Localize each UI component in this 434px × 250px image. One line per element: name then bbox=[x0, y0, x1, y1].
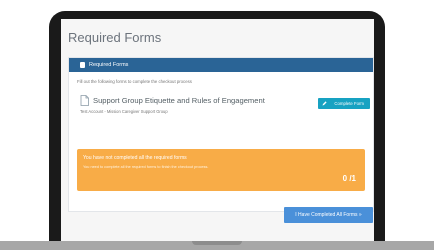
required-forms-panel: Required Forms Fill out the following fo… bbox=[68, 57, 374, 212]
form-title: Support Group Etiquette and Rules of Eng… bbox=[93, 96, 265, 105]
laptop-screen: Required Forms Required Forms Fill out t… bbox=[61, 19, 374, 241]
forms-completed-count: 0 /1 bbox=[342, 174, 356, 183]
pencil-icon bbox=[322, 101, 327, 106]
complete-form-button[interactable]: Complete Form bbox=[318, 98, 370, 109]
alert-text: You need to complete all the required fo… bbox=[83, 165, 209, 169]
laptop-notch bbox=[192, 241, 242, 245]
document-icon bbox=[80, 62, 85, 68]
document-outline-icon bbox=[80, 95, 89, 106]
alert-title: You have not completed all the required … bbox=[83, 155, 187, 161]
complete-form-button-label: Complete Form bbox=[334, 101, 364, 106]
panel-header-label: Required Forms bbox=[89, 62, 129, 68]
panel-header: Required Forms bbox=[69, 58, 373, 72]
laptop-base bbox=[0, 241, 434, 250]
completed-all-forms-button[interactable]: I Have Completed All Forms » bbox=[284, 207, 373, 223]
incomplete-forms-alert: You have not completed all the required … bbox=[77, 149, 365, 191]
form-subtitle: Test Account - Mission Caregiver Support… bbox=[80, 109, 168, 114]
panel-instructions: Fill out the following forms to complete… bbox=[77, 79, 192, 84]
page-title: Required Forms bbox=[68, 30, 162, 45]
